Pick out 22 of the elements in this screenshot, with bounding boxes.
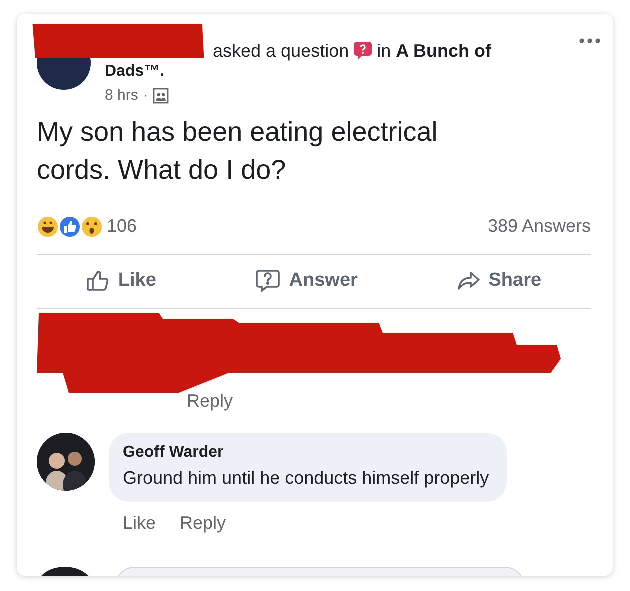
question-text: My son has been eating electrical cords. What do I do? <box>37 116 439 187</box>
group-link[interactable]: Dads™. <box>105 63 165 80</box>
separator-dot: · <box>143 86 148 106</box>
reply-link[interactable]: Reply <box>180 510 226 536</box>
like-link[interactable]: Like <box>123 510 156 536</box>
comment-author[interactable]: Geoff Warder <box>123 440 490 464</box>
reaction-count[interactable]: 106 <box>107 213 138 240</box>
answer-button[interactable]: Answer <box>245 263 368 300</box>
comment-text: Ground him until he conducts himself properly <box>123 466 490 490</box>
reply-link[interactable]: Reply <box>187 388 234 414</box>
answer-count[interactable]: 389 Answers <box>488 213 591 240</box>
more-options-icon[interactable] <box>579 38 601 44</box>
reaction-icons[interactable] <box>37 216 103 238</box>
question-icon <box>353 41 374 61</box>
like-button[interactable]: Like <box>76 263 166 300</box>
thumbs-up-icon <box>86 269 110 294</box>
share-button[interactable]: Share <box>446 263 552 300</box>
group-link[interactable]: in A Bunch of <box>377 40 492 62</box>
question-bubble-icon <box>255 268 282 294</box>
header-text: asked a question <box>213 40 350 62</box>
group-icon <box>153 88 170 104</box>
post-time[interactable]: 8 hrs <box>105 85 138 107</box>
